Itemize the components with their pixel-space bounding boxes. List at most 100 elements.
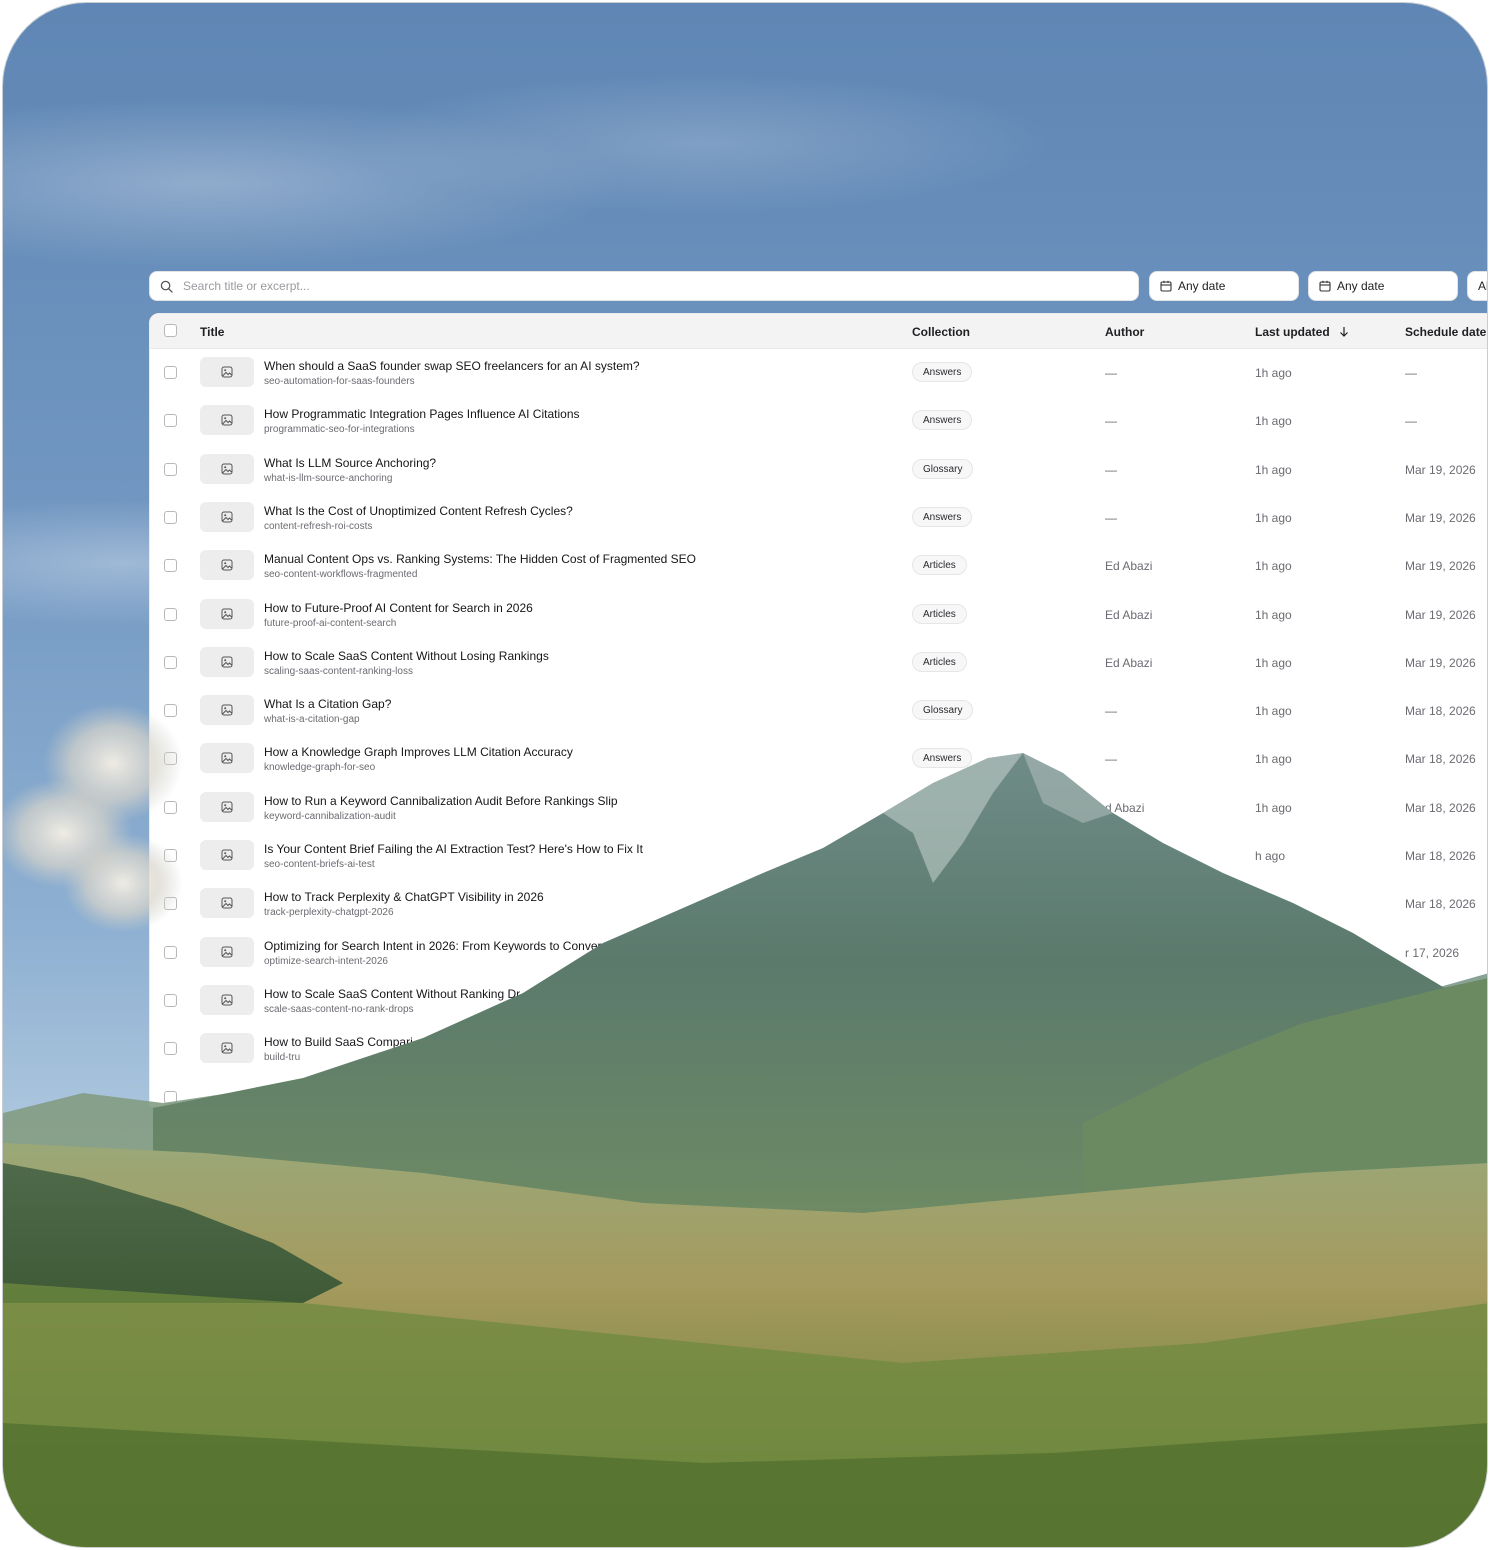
row-last-updated: 1h ago [1255,655,1292,670]
date-from-button[interactable]: Any date [1149,271,1299,301]
row-schedule-date: Mar 19, 2026 [1405,607,1476,622]
thumbnail[interactable] [200,550,254,581]
search-bar[interactable] [149,271,1139,301]
row-slug: build-tru [264,1052,301,1064]
table-row[interactable]: Manual Content Ops vs. Ranking Systems: … [150,541,1487,589]
thumbnail[interactable] [200,791,254,822]
row-slug: seo-automation-for-saas-founders [264,376,415,387]
row-slug: what-is-llm-source-anchoring [264,472,393,484]
row-slug: knowledge-graph-for-seo [264,762,376,774]
row-checkbox[interactable] [164,945,177,959]
thumbnail[interactable] [200,501,254,532]
row-checkbox[interactable] [164,607,177,621]
row-author: Ed Abazi [1105,559,1153,574]
row-last-updated: h ago [1255,849,1286,863]
row-schedule-date: Mar 19, 2026 [1405,462,1476,477]
row-title[interactable]: How to Scale SaaS Content Without Losing… [264,649,549,663]
table-row[interactable]: How to Scale SaaS Content Without Rankin… [150,976,1487,1024]
row-checkbox[interactable] [164,1042,177,1056]
row-checkbox[interactable] [164,1090,177,1104]
thumbnail[interactable] [200,984,254,1015]
row-checkbox[interactable] [164,993,177,1007]
row-title[interactable]: Is Your Content Brief Failing the AI Ext… [264,842,643,856]
row-schedule-date: Mar 19, 2026 [1405,559,1476,574]
filter-dropdown-label: Al [1478,279,1488,293]
table-row[interactable]: How to Future-Proof AI Content for Searc… [150,590,1487,638]
table-row[interactable]: How to Scale SaaS Content Without Losing… [150,638,1487,686]
row-checkbox[interactable] [164,800,177,814]
table-row[interactable]: What Is LLM Source Anchoring? what-is-llm… [150,445,1487,493]
row-checkbox[interactable] [164,752,177,766]
row-author: — [1105,752,1117,767]
column-title[interactable]: Title [200,325,224,339]
row-title[interactable]: When should a SaaS founder swap SEO free… [264,359,640,373]
image-icon [221,801,233,813]
image-icon [221,414,233,426]
image-icon [221,1042,233,1054]
image-icon [221,656,233,668]
thumbnail[interactable] [200,936,254,967]
table-row[interactable] [150,1073,1487,1107]
row-author: — [1105,510,1117,525]
thumbnail[interactable] [200,598,254,629]
row-title[interactable]: What Is a Citation Gap? [264,697,391,711]
filter-dropdown[interactable]: Al [1467,271,1488,301]
thumbnail[interactable] [200,840,254,870]
row-title[interactable]: How to Scale SaaS Content Without Rankin… [264,987,520,1001]
table-row[interactable]: How Programmatic Integration Pages Influ… [150,396,1487,444]
row-title[interactable]: How to Track Perplexity & ChatGPT Visibi… [264,890,544,904]
table-row[interactable]: How to Run a Keyword Cannibalization Aud… [150,783,1487,831]
table-row[interactable]: How a Knowledge Graph Improves LLM Citat… [150,734,1487,782]
thumbnail[interactable] [200,743,254,774]
row-checkbox[interactable] [164,559,177,573]
row-checkbox[interactable] [164,704,177,718]
column-last-updated[interactable]: Last updated [1255,325,1349,339]
row-slug: what-is-a-citation-gap [264,714,360,726]
row-title[interactable]: How to Build SaaS Compari [264,1035,413,1049]
row-title[interactable]: How to Run a Keyword Cannibalization Aud… [264,794,618,808]
thumbnail[interactable] [200,357,254,387]
table-row[interactable]: How to Track Perplexity & ChatGPT Visibi… [150,879,1487,927]
row-title[interactable]: How to Future-Proof AI Content for Searc… [264,601,533,615]
column-schedule-date[interactable]: Schedule date [1405,325,1486,339]
table-row[interactable]: When should a SaaS founder swap SEO free… [150,348,1487,396]
select-all-checkbox[interactable] [164,324,177,337]
image-icon [221,897,233,909]
column-author[interactable]: Author [1105,325,1144,339]
table-row[interactable]: What Is the Cost of Unoptimized Content … [150,493,1487,541]
row-checkbox[interactable] [164,366,177,379]
row-title[interactable]: What Is the Cost of Unoptimized Content … [264,504,573,518]
row-checkbox[interactable] [164,462,177,476]
row-schedule-date: — [1405,366,1417,380]
row-slug: seo-content-workflows-fragmented [264,569,418,581]
row-last-updated: 1h ago [1255,510,1292,525]
search-input[interactable] [181,278,1085,294]
row-title[interactable]: What Is LLM Source Anchoring? [264,456,436,470]
row-checkbox[interactable] [164,849,177,862]
table-row[interactable]: Optimizing for Search Intent in 2026: Fr… [150,928,1487,976]
row-title[interactable]: Manual Content Ops vs. Ranking Systems: … [264,552,696,566]
thumbnail[interactable] [200,695,254,726]
table-header: Title Collection Author Last updated Sch… [150,314,1487,349]
row-checkbox[interactable] [164,510,177,524]
row-author: — [1105,462,1117,477]
table-row[interactable]: Is Your Content Brief Failing the AI Ext… [150,831,1487,879]
thumbnail[interactable] [200,453,254,484]
row-title[interactable]: How Programmatic Integration Pages Influ… [264,407,580,421]
date-to-button[interactable]: Any date [1308,271,1458,301]
row-checkbox[interactable] [164,414,177,428]
column-collection[interactable]: Collection [912,325,970,339]
thumbnail[interactable] [200,405,254,436]
row-schedule-date: Mar 18, 2026 [1405,800,1476,815]
row-checkbox[interactable] [164,655,177,669]
table-row[interactable]: What Is a Citation Gap? what-is-a-citatio… [150,686,1487,734]
calendar-icon [1160,280,1172,292]
row-title[interactable]: Optimizing for Search Intent in 2026: Fr… [264,939,601,953]
thumbnail[interactable] [200,888,254,919]
thumbnail[interactable] [200,646,254,677]
row-schedule-date: Mar 18, 2026 [1405,704,1476,719]
row-checkbox[interactable] [164,897,177,911]
thumbnail[interactable] [200,1033,254,1064]
row-title[interactable]: How a Knowledge Graph Improves LLM Citat… [264,745,573,759]
table-row[interactable]: How to Build SaaS Compari build-tru [150,1024,1487,1072]
